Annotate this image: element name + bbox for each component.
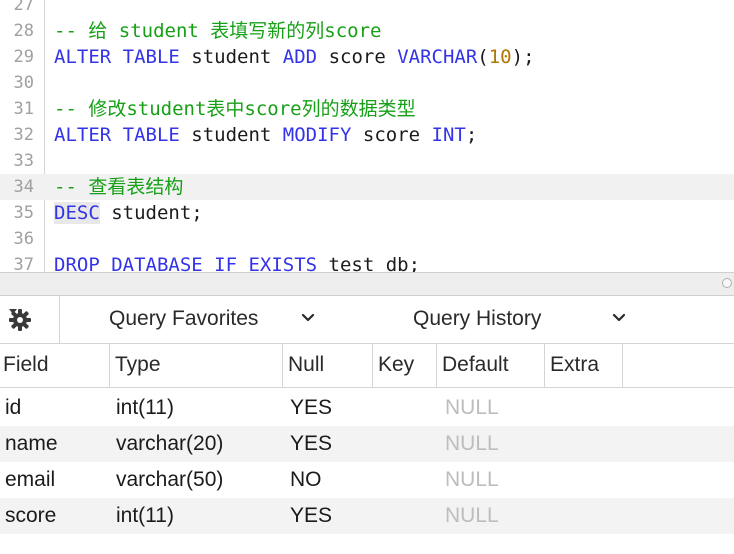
code-line[interactable]: 28 -- 给 student 表填写新的列score [0,18,734,44]
column-header-key[interactable]: Key [373,344,437,388]
sql-text: student [179,46,283,68]
cell-field: score [5,504,57,527]
cell-null: YES [290,504,333,527]
cell-default: NULL [445,468,499,491]
resize-handle-icon[interactable] [722,278,732,288]
table-row[interactable]: name varchar(20) YES NULL [0,426,734,462]
line-number: 30 [13,73,34,93]
code-line[interactable]: 36 [0,226,734,252]
code-text: -- 查看表结构 [54,174,183,200]
sql-comment: -- 查看表结构 [54,176,184,198]
cell-field: name [5,432,58,455]
cell-default: NULL [445,504,499,527]
sql-keyword: DROP DATABASE IF EXISTS [54,254,318,272]
sql-text: student [179,124,283,146]
sql-text: score [317,46,398,68]
sql-keyword: INT [431,124,466,146]
sql-keyword: DESC [54,202,100,224]
query-favorites-button[interactable]: Query Favorites [60,296,360,342]
code-line[interactable]: 33 [0,148,734,174]
column-header-extra[interactable]: Extra [545,344,623,388]
column-header-null[interactable]: Null [283,344,373,388]
code-text: -- 给 student 表填写新的列score [54,18,381,44]
cell-null: NO [290,468,322,491]
line-number: 29 [13,47,34,67]
sql-comment: -- 给 student 表填写新的列score [54,20,382,42]
sql-text: test_db; [317,254,421,272]
line-number: 35 [13,203,34,223]
table-row[interactable]: email varchar(50) NO NULL [0,462,734,498]
sql-keyword: MODIFY [282,124,352,146]
gear-menu-button[interactable] [6,305,52,333]
code-text: DROP DATABASE IF EXISTS test_db; [54,252,420,272]
query-toolbar: Query Favorites Query History [0,296,734,344]
cell-type: varchar(20) [116,432,224,455]
cell-type: varchar(50) [116,468,224,491]
line-number: 37 [13,255,34,272]
code-text: DESC student; [54,200,203,226]
chevron-down-icon [301,313,315,322]
query-history-button[interactable]: Query History [360,296,660,342]
code-line[interactable]: 37 DROP DATABASE IF EXISTS test_db; [0,252,734,272]
cell-default: NULL [445,396,499,419]
cell-default: NULL [445,432,499,455]
line-number: 33 [13,151,34,171]
sql-text: ( [477,46,489,68]
sql-text: student; [99,202,203,224]
line-number: 28 [13,21,34,41]
code-text: ALTER TABLE student MODIFY score INT; [54,122,477,148]
code-text: -- 修改student表中score列的数据类型 [54,96,416,122]
sql-keyword: ALTER TABLE [54,46,180,68]
pane-splitter[interactable] [0,272,734,296]
code-line[interactable]: 30 [0,70,734,96]
line-number: 27 [13,0,34,15]
results-table: Field Type Null Key Default Extra id int… [0,344,734,554]
line-number: 32 [13,125,34,145]
code-line[interactable]: 34 -- 查看表结构 [0,174,734,200]
sql-editor[interactable]: 27 28 -- 给 student 表填写新的列score 29 ALTER TABL… [0,0,734,272]
line-number: 31 [13,99,34,119]
cell-field: email [5,468,56,491]
sql-text: ; [465,124,478,146]
column-header-type[interactable]: Type [110,344,283,388]
query-history-label: Query History [413,307,542,330]
chevron-down-icon [612,313,626,322]
code-line[interactable]: 32 ALTER TABLE student MODIFY score INT; [0,122,734,148]
table-row[interactable]: score int(11) YES NULL [0,498,734,534]
cell-null: YES [290,396,333,419]
table-row[interactable]: id int(11) YES NULL [0,390,734,426]
code-line[interactable]: 27 [0,0,734,18]
table-header: Field Type Null Key Default Extra [0,344,734,388]
code-line[interactable]: 29 ALTER TABLE student ADD score VARCHAR(… [0,44,734,70]
sql-keyword: VARCHAR [397,46,478,68]
code-line[interactable]: 35 DESC student; [0,200,734,226]
cell-null: YES [290,432,333,455]
code-text: ALTER TABLE student ADD score VARCHAR(10… [54,44,535,70]
code-line[interactable]: 31 -- 修改student表中score列的数据类型 [0,96,734,122]
sql-text: ); [511,46,535,68]
sql-number: 10 [488,46,512,68]
cell-field: id [5,396,22,419]
cell-type: int(11) [116,396,174,419]
cell-type: int(11) [116,504,174,527]
sql-keyword: ADD [282,46,318,68]
column-header-default[interactable]: Default [437,344,545,388]
caret-down-icon [9,309,17,314]
sql-keyword: ALTER TABLE [54,124,180,146]
column-header-field[interactable]: Field [0,344,110,388]
line-number: 36 [13,229,34,249]
query-favorites-label: Query Favorites [109,307,259,330]
sql-comment: -- 修改student表中score列的数据类型 [54,98,416,120]
sql-text: score [351,124,432,146]
line-number: 34 [13,177,34,197]
